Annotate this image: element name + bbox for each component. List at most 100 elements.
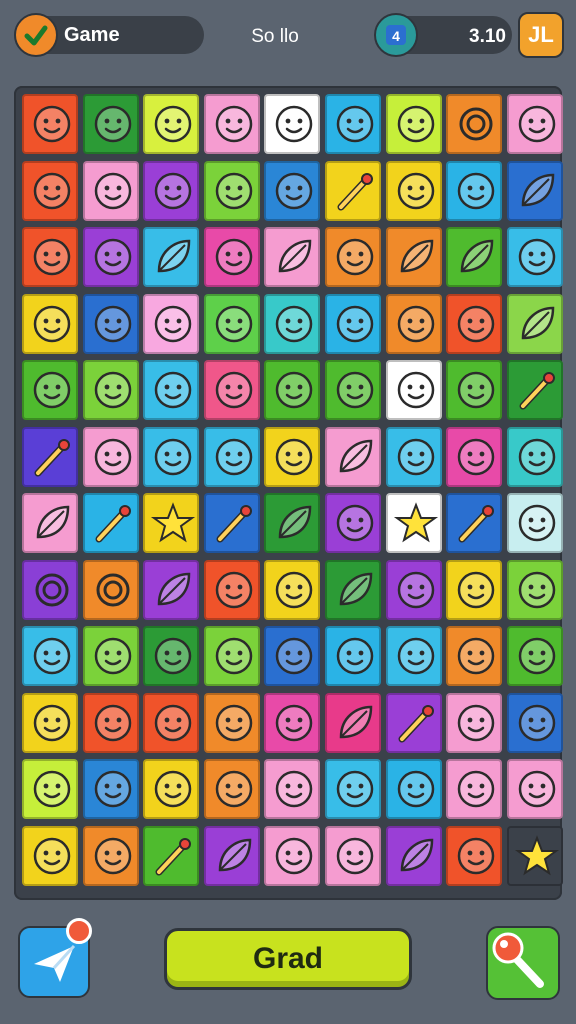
tile[interactable] (506, 293, 563, 354)
tile[interactable] (22, 559, 78, 620)
tile[interactable] (143, 160, 200, 221)
tile[interactable] (506, 94, 563, 154)
game-logo-icon[interactable] (14, 13, 58, 57)
tile[interactable] (22, 360, 78, 420)
tile[interactable] (203, 759, 260, 819)
tile[interactable] (203, 426, 260, 487)
tile[interactable] (385, 160, 442, 221)
tile[interactable] (143, 626, 200, 686)
tile[interactable] (506, 426, 563, 487)
tile[interactable] (264, 94, 321, 154)
tile[interactable] (203, 626, 260, 686)
tile[interactable] (22, 94, 78, 154)
tile[interactable] (446, 426, 503, 487)
tile[interactable] (264, 160, 321, 221)
tile[interactable] (506, 559, 563, 620)
tile[interactable] (446, 360, 503, 420)
tile[interactable] (203, 360, 260, 420)
tile[interactable] (82, 227, 139, 287)
tile[interactable] (385, 559, 442, 620)
tile[interactable] (264, 626, 321, 686)
tile[interactable] (385, 293, 442, 354)
tile[interactable] (446, 94, 503, 154)
tile[interactable] (264, 825, 321, 886)
tile[interactable] (82, 160, 139, 221)
tile[interactable] (385, 626, 442, 686)
tile[interactable] (22, 759, 78, 819)
tile[interactable] (325, 360, 381, 420)
tile[interactable] (143, 493, 200, 553)
tile[interactable] (264, 759, 321, 819)
tile[interactable] (22, 160, 78, 221)
tile[interactable] (203, 160, 260, 221)
tile[interactable] (143, 825, 200, 886)
tile[interactable] (446, 493, 503, 553)
tile[interactable] (22, 426, 78, 487)
tile[interactable] (143, 692, 200, 753)
tile[interactable] (446, 825, 503, 886)
tile[interactable] (82, 426, 139, 487)
tile[interactable] (325, 626, 381, 686)
tile[interactable] (264, 692, 321, 753)
tile[interactable] (325, 692, 381, 753)
tile[interactable] (82, 293, 139, 354)
tile[interactable] (264, 426, 321, 487)
tile[interactable] (385, 692, 442, 753)
tile[interactable] (385, 227, 442, 287)
tile[interactable] (22, 825, 78, 886)
tile[interactable] (22, 626, 78, 686)
tile[interactable] (506, 626, 563, 686)
tile[interactable] (506, 360, 563, 420)
tile[interactable] (385, 493, 442, 553)
tile[interactable] (82, 559, 139, 620)
tile[interactable] (385, 426, 442, 487)
tile[interactable] (446, 692, 503, 753)
tile[interactable] (325, 94, 381, 154)
tile[interactable] (506, 160, 563, 221)
tile[interactable] (385, 825, 442, 886)
tile[interactable] (385, 94, 442, 154)
tile[interactable] (82, 493, 139, 553)
tile[interactable] (325, 493, 381, 553)
tile[interactable] (22, 227, 78, 287)
tile[interactable] (264, 360, 321, 420)
tile[interactable] (506, 692, 563, 753)
grad-button[interactable]: Grad (164, 928, 412, 990)
tile[interactable] (82, 626, 139, 686)
tile[interactable] (446, 293, 503, 354)
tile[interactable] (446, 160, 503, 221)
tile[interactable] (82, 692, 139, 753)
tile[interactable] (325, 759, 381, 819)
tile[interactable] (385, 759, 442, 819)
tile[interactable] (446, 626, 503, 686)
tile[interactable] (325, 293, 381, 354)
tile[interactable] (325, 825, 381, 886)
tile[interactable] (325, 227, 381, 287)
tile[interactable] (143, 559, 200, 620)
tile[interactable] (203, 94, 260, 154)
tile[interactable] (22, 692, 78, 753)
tile[interactable] (506, 825, 563, 886)
tile[interactable] (22, 293, 78, 354)
tile[interactable] (143, 426, 200, 487)
tile[interactable] (143, 227, 200, 287)
pause-button[interactable]: JL (518, 12, 564, 58)
tile[interactable] (325, 160, 381, 221)
tile[interactable] (264, 227, 321, 287)
tile[interactable] (264, 493, 321, 553)
tile[interactable] (82, 360, 139, 420)
tile[interactable] (446, 759, 503, 819)
tile[interactable] (203, 825, 260, 886)
tile[interactable] (203, 692, 260, 753)
tile[interactable] (506, 759, 563, 819)
tile[interactable] (325, 559, 381, 620)
tile[interactable] (203, 293, 260, 354)
tile[interactable] (143, 94, 200, 154)
tile[interactable] (264, 559, 321, 620)
tile[interactable] (143, 360, 200, 420)
tile[interactable] (143, 293, 200, 354)
tile[interactable] (82, 759, 139, 819)
tile[interactable] (82, 825, 139, 886)
tile[interactable] (203, 559, 260, 620)
magic-wand-button[interactable] (486, 926, 560, 1000)
